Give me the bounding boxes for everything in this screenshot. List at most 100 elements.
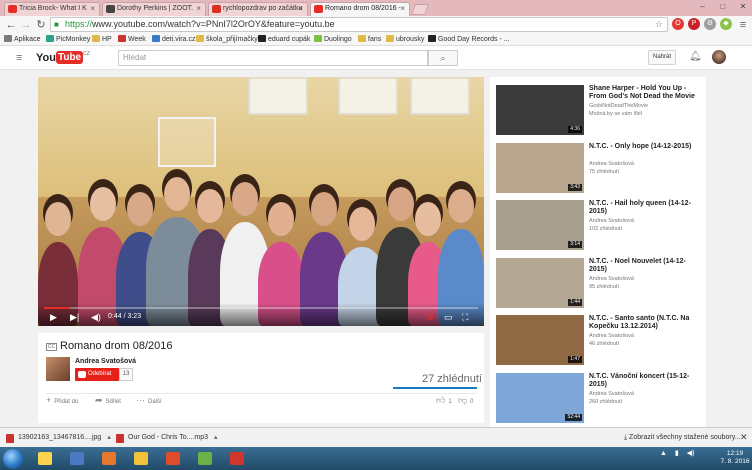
opera-icon[interactable]: O [672, 18, 684, 30]
share-button[interactable]: ➦ Sdílet [95, 395, 121, 407]
new-tab-button[interactable] [410, 4, 430, 15]
channel-avatar[interactable] [46, 357, 70, 381]
video-thumbnail[interactable]: 52:44 [496, 372, 584, 423]
related-meta: 46 zhlédnutí [589, 341, 619, 347]
close-window-button[interactable]: ✕ [734, 0, 752, 13]
notification-bell-icon[interactable]: 🔔︎ [689, 51, 702, 62]
channel-name[interactable]: Andrea Svatošová [75, 358, 136, 365]
taskbar-app-button[interactable] [64, 449, 90, 468]
close-icon[interactable]: × [298, 3, 303, 15]
settings-gear-icon[interactable]: ⚙ [426, 312, 434, 323]
search-button[interactable]: ⌕ [428, 50, 458, 66]
bookmark-hp[interactable]: HP [92, 34, 112, 45]
more-button[interactable]: ··· Další [136, 395, 162, 407]
reload-icon[interactable]: ↻ [34, 18, 48, 32]
maximize-button[interactable]: □ [714, 0, 732, 13]
singer-face [311, 192, 337, 226]
forward-arrow-icon[interactable]: → [19, 18, 33, 32]
close-icon[interactable]: ✕ [740, 432, 748, 443]
tab-gmail[interactable]: rychlopozdrav po začátku × [208, 2, 308, 16]
volume-icon[interactable]: ◀) [91, 312, 101, 323]
extension-icon[interactable]: ◆ [720, 18, 732, 30]
address-bar[interactable]: ■ https://www.youtube.com/watch?v=PNnI7l… [50, 17, 668, 32]
singer-face [45, 202, 71, 236]
taskbar-app-button[interactable] [160, 449, 186, 468]
back-arrow-icon[interactable]: ← [4, 18, 18, 32]
bookmark-star-icon[interactable]: ☆ [655, 18, 663, 31]
related-video-item[interactable]: 1:47 N.T.C. - Santo santo (N.T.C. Na Kope… [496, 309, 702, 365]
related-title[interactable]: Shane Harper - Hold You Up - From God's … [589, 85, 701, 101]
related-channel: Andrea Svatošová [589, 390, 634, 397]
upload-button[interactable]: Nahrát [648, 50, 676, 65]
tab-romano-drom[interactable]: Romano drom 08/2016 - × [310, 2, 410, 16]
close-icon[interactable]: × [90, 3, 95, 15]
video-thumbnail[interactable]: 3:14 [496, 200, 584, 250]
taskbar-app-button[interactable] [128, 449, 154, 468]
play-icon[interactable]: ▶ [50, 312, 57, 323]
bookmark-apps[interactable]: Aplikace [4, 34, 40, 45]
bookmark-duolingo[interactable]: Duolingo [314, 34, 352, 45]
related-title[interactable]: N.T.C. - Santo santo (N.T.C. Na Kopečku … [589, 315, 701, 331]
bookmark-skola[interactable]: škola_přijímačky [196, 34, 258, 45]
close-icon[interactable]: × [400, 3, 405, 15]
tab-dorothy-perkins[interactable]: Dorothy Perkins | ZOOT. × [102, 2, 206, 16]
show-all-downloads-link[interactable]: ⤓ Zobrazit všechny stažené soubory... [624, 432, 741, 444]
tray-arrow-icon[interactable]: ▲ [660, 450, 667, 457]
hamburger-menu-icon[interactable]: ≡ [16, 52, 22, 64]
subscribe-button[interactable]: Odebírat [75, 368, 119, 381]
theater-mode-icon[interactable]: ▭ [444, 312, 453, 323]
bookmarks-bar: Aplikace PicMonkey HP Week deti.vira.cz … [0, 34, 752, 46]
taskbar-app-button[interactable] [96, 449, 122, 468]
search-input[interactable]: Hledat [118, 50, 428, 66]
network-icon[interactable]: ▮ [675, 450, 679, 457]
menu-icon[interactable]: ≡ [736, 18, 750, 32]
close-icon[interactable]: × [196, 3, 201, 15]
dislike-button[interactable]: 👎︎ 0 [458, 395, 473, 407]
download-item[interactable]: 13902163_13467816....jpg ▴ [6, 431, 111, 445]
chevron-down-icon[interactable]: ▴ [107, 434, 111, 441]
singer-face [90, 187, 116, 221]
related-video-item[interactable]: 52:44 N.T.C. Vánoční koncert (15-12-2015)… [496, 367, 702, 423]
bookmark-ubrousky[interactable]: ubrousky [386, 34, 424, 45]
bookmark-good-day[interactable]: Good Day Records - ... [428, 34, 510, 45]
taskbar-app-button[interactable] [224, 449, 250, 468]
video-thumbnail[interactable]: 4:36 [496, 85, 584, 135]
bookmark-picmonkey[interactable]: PicMonkey [46, 34, 90, 45]
bookmark-deti[interactable]: deti.vira.cz [152, 34, 195, 45]
chevron-down-icon[interactable]: ▴ [214, 434, 218, 441]
minimize-button[interactable]: – [694, 0, 712, 13]
like-button[interactable]: 👍︎ 1 [436, 395, 452, 407]
bookmark-eduard[interactable]: eduard cupák [258, 34, 310, 45]
pinterest-icon[interactable]: P [688, 18, 700, 30]
clock[interactable]: 12:19 7. 8. 2016 [718, 450, 752, 466]
bookmark-fans[interactable]: fans [358, 34, 381, 45]
taskbar-app-button[interactable] [32, 449, 58, 468]
tab-tricia-brock[interactable]: Tricia Brock- What I K × [4, 2, 100, 16]
related-video-item[interactable]: 3:43 N.T.C. - Only hope (14-12-2015) Andre… [496, 137, 702, 193]
fullscreen-icon[interactable]: ⛶ [462, 312, 468, 323]
app-icon [166, 452, 180, 465]
bookmark-week[interactable]: Week [118, 34, 146, 45]
view-count: 27 zhlédnutí [422, 373, 482, 385]
download-item[interactable]: Our God - Chris To....mp3 ▴ [116, 431, 218, 445]
video-thumbnail[interactable]: 3:43 [496, 142, 584, 193]
related-title[interactable]: N.T.C. Vánoční koncert (15-12-2015) [589, 373, 701, 389]
youtube-logo[interactable]: You Tube CZ [36, 51, 90, 65]
related-video-item[interactable]: 4:36 Shane Harper - Hold You Up - From Go… [496, 79, 702, 135]
start-button[interactable] [3, 449, 23, 469]
related-video-item[interactable]: 1:44 N.T.C. - Noel Nouvelet (14-12-2015) A… [496, 252, 702, 308]
related-title[interactable]: N.T.C. - Noel Nouvelet (14-12-2015) [589, 258, 701, 274]
taskbar-app-button[interactable] [192, 449, 218, 468]
related-video-item[interactable]: 3:14 N.T.C. - Hail holy queen (14-12-2015… [496, 194, 702, 250]
video-thumbnail[interactable]: 1:47 [496, 315, 584, 365]
add-to-button[interactable]: + Přidat do [46, 395, 78, 407]
related-title[interactable]: N.T.C. - Hail holy queen (14-12-2015) [589, 200, 701, 216]
extension-icon[interactable]: ⚙ [704, 18, 716, 30]
video-player[interactable]: ▶ ▶| ◀) 0:44 / 3:23 ⚙ ▭ ⛶ [38, 77, 484, 326]
volume-icon[interactable]: ◀) [687, 450, 695, 457]
video-thumbnail[interactable]: 1:44 [496, 257, 584, 308]
avatar[interactable] [712, 50, 726, 64]
progress-bar[interactable] [44, 307, 478, 309]
related-title[interactable]: N.T.C. - Only hope (14-12-2015) [589, 143, 701, 151]
next-icon[interactable]: ▶| [70, 312, 79, 323]
